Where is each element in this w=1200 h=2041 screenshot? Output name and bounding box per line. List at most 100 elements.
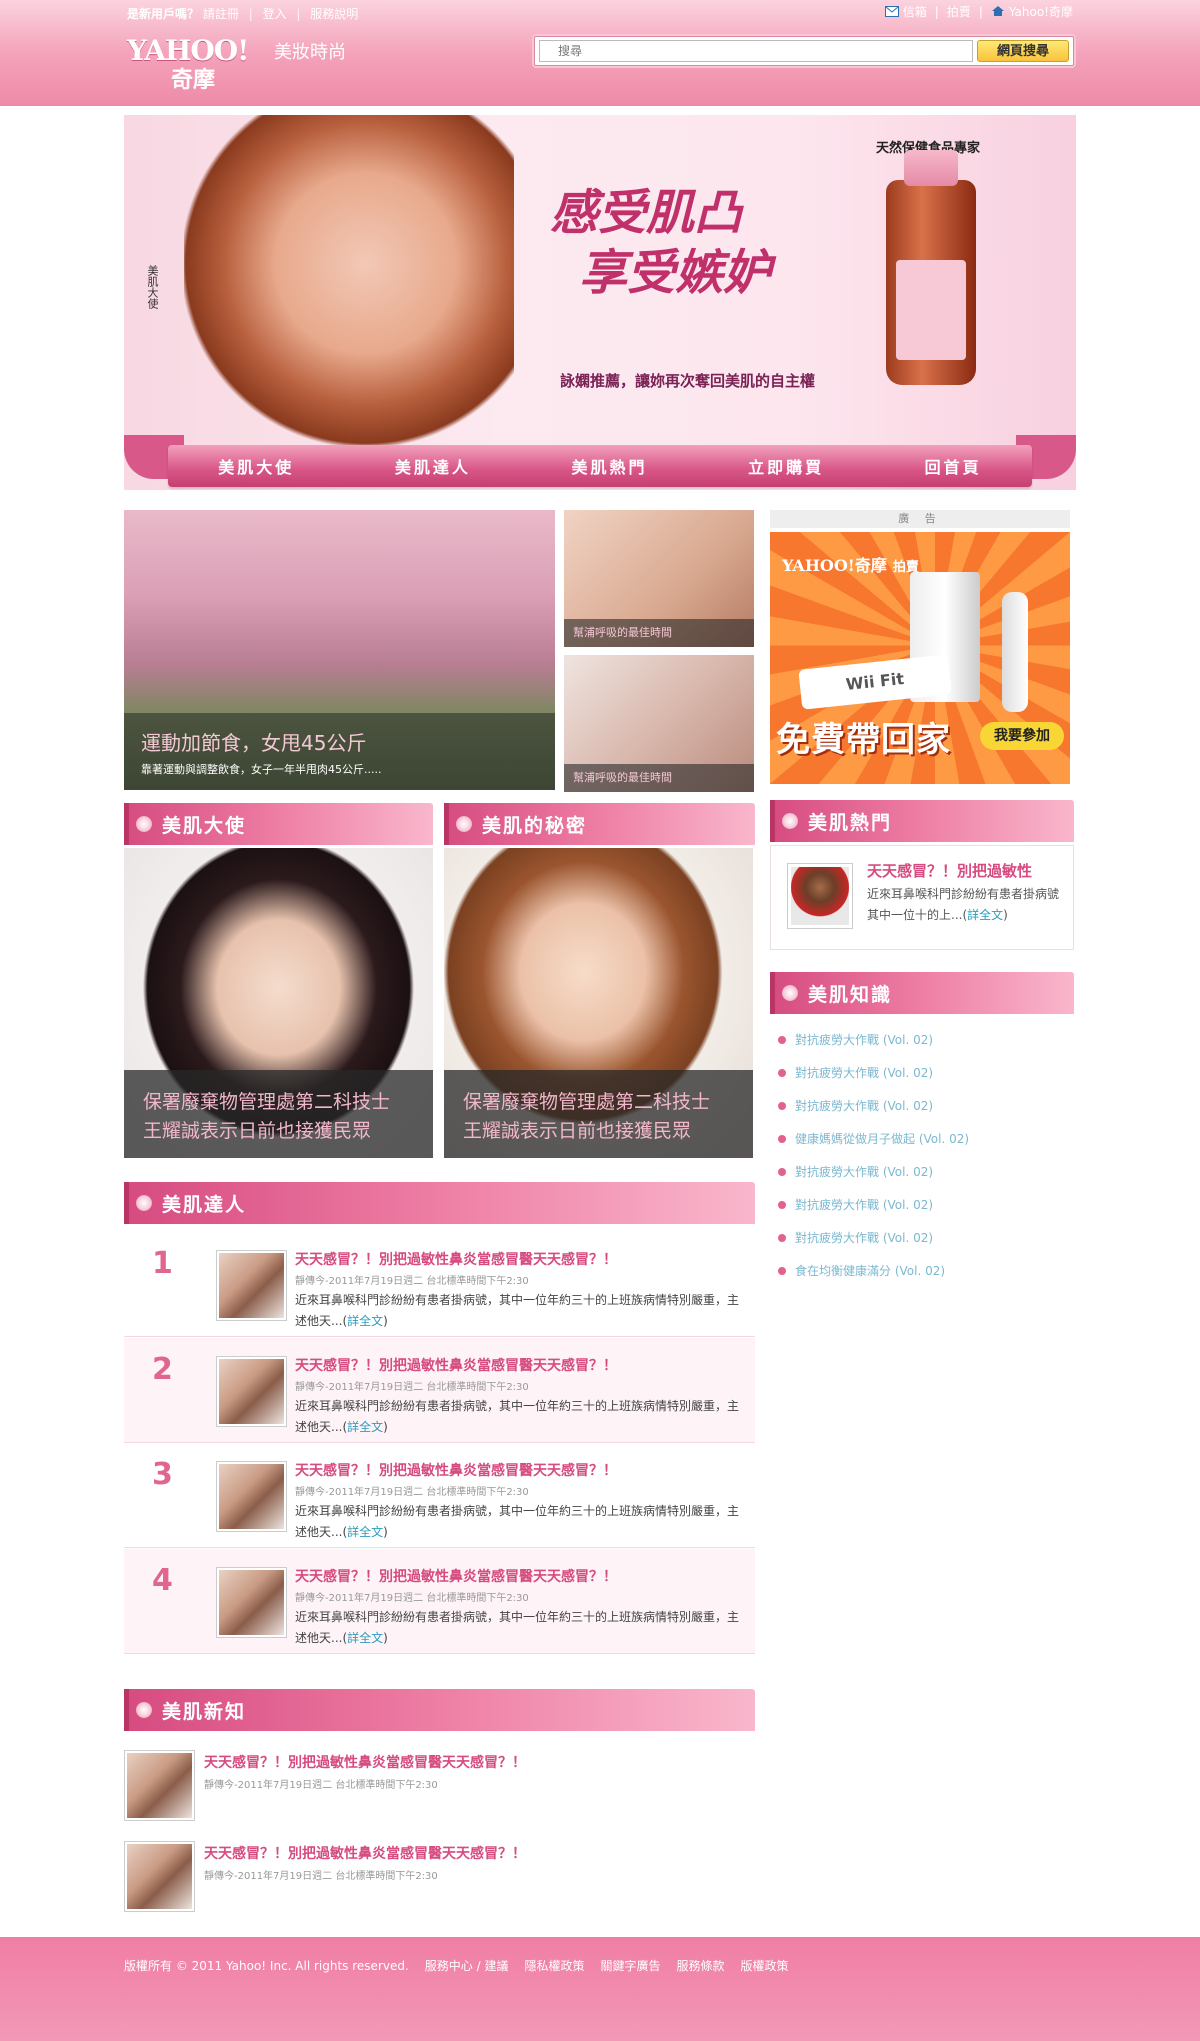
help-link[interactable]: 服務說明 bbox=[310, 7, 358, 21]
footer-links: 版權所有 © 2011 Yahoo! Inc. All rights reser… bbox=[124, 1957, 789, 1974]
ad-logo: YAHOO!奇摩 拍賣 bbox=[782, 556, 919, 575]
read-more-link[interactable]: 詳全文 bbox=[347, 1631, 383, 1645]
rank-meta: 靜傳今-2011年7月19日週二 台北標準時間下午2:30 bbox=[295, 1487, 529, 1498]
news-title[interactable]: 天天感冒？！別把過敏性鼻炎當感冒醫天天感冒？！ bbox=[204, 1843, 526, 1863]
list-item[interactable]: 對抗疲勞大作戰 (Vol. 02) bbox=[775, 1030, 969, 1063]
footer-link-terms[interactable]: 服務條款 bbox=[677, 1957, 725, 1974]
copyright: 版權所有 © 2011 Yahoo! Inc. All rights reser… bbox=[124, 1959, 409, 1973]
search-bar: 網頁搜尋 bbox=[534, 36, 1074, 66]
banner-nav-buy[interactable]: 立即購買 bbox=[748, 454, 824, 478]
new-user-prompt: 是新用戶嗎？ bbox=[127, 7, 200, 21]
banner-subtitle: 詠嫻推薦，讓妳再次奪回美肌的自主權 bbox=[560, 372, 816, 390]
rank-number: 3 bbox=[152, 1457, 173, 1492]
rank-item[interactable]: 3 天天感冒？！別把過敏性鼻炎當感冒醫天天感冒？！ 靜傳今-2011年7月19日… bbox=[124, 1443, 755, 1548]
list-item[interactable]: 對抗疲勞大作戰 (Vol. 02) bbox=[775, 1162, 969, 1195]
list-item[interactable]: 食在均衡健康滿分 (Vol. 02) bbox=[775, 1261, 969, 1294]
auction-link[interactable]: 拍賣 bbox=[947, 3, 971, 20]
bullet-icon bbox=[778, 1168, 786, 1176]
section-header-secret: 美肌的秘密 bbox=[444, 803, 755, 845]
rank-desc: 近來耳鼻喉科門診紛紛有患者掛病號，其中一位年約三十的上班族病情特別嚴重，主述他天… bbox=[295, 1504, 740, 1539]
banner-nav-home[interactable]: 回首頁 bbox=[925, 454, 982, 478]
ad-headline: 免費帶回家 bbox=[776, 720, 951, 760]
flower-icon bbox=[782, 813, 798, 829]
rank-meta: 靜傳今-2011年7月19日週二 台北標準時間下午2:30 bbox=[295, 1276, 529, 1287]
rank-item[interactable]: 4 天天感冒？！別把過敏性鼻炎當感冒醫天天感冒？！ 靜傳今-2011年7月19日… bbox=[124, 1549, 755, 1654]
bullet-icon bbox=[778, 1267, 786, 1275]
rank-thumbnail bbox=[216, 1250, 287, 1321]
rank-thumbnail bbox=[216, 1461, 287, 1532]
banner-nav: 美肌大使 美肌達人 美肌熱門 立即購買 回首頁 bbox=[168, 445, 1032, 487]
list-item[interactable]: 對抗疲勞大作戰 (Vol. 02) bbox=[775, 1096, 969, 1129]
news-meta: 靜傳今-2011年7月19日週二 台北標準時間下午2:30 bbox=[204, 1780, 438, 1791]
banner-nav-ambassador[interactable]: 美肌大使 bbox=[218, 454, 294, 478]
banner-nav-expert[interactable]: 美肌達人 bbox=[395, 454, 471, 478]
rank-thumbnail bbox=[216, 1356, 287, 1427]
utility-links: 信箱 | 拍賣 | Yahoo!奇摩 bbox=[884, 3, 1073, 20]
flower-icon bbox=[136, 1702, 152, 1718]
login-link[interactable]: 登入 bbox=[263, 7, 287, 21]
knowledge-list: 對抗疲勞大作戰 (Vol. 02) 對抗疲勞大作戰 (Vol. 02) 對抗疲勞… bbox=[775, 1030, 969, 1294]
rank-title[interactable]: 天天感冒？！別把過敏性鼻炎當感冒醫天天感冒？！ bbox=[295, 1566, 617, 1586]
avatar bbox=[787, 863, 853, 929]
footer: 版權所有 © 2011 Yahoo! Inc. All rights reser… bbox=[0, 1937, 1200, 2041]
rank-title[interactable]: 天天感冒？！別把過敏性鼻炎當感冒醫天天感冒？！ bbox=[295, 1355, 617, 1375]
bullet-icon bbox=[778, 1036, 786, 1044]
logo-sub: 奇摩 bbox=[171, 68, 216, 93]
portrait-caption: 保署廢棄物管理處第二科技士 王耀誠表示日前也接獲民眾 bbox=[444, 1070, 753, 1158]
news-thumbnail bbox=[124, 1841, 195, 1912]
section-header-ambassador: 美肌大使 bbox=[124, 803, 433, 845]
bullet-icon bbox=[778, 1102, 786, 1110]
read-more-link[interactable]: 詳全文 bbox=[347, 1314, 383, 1328]
rank-number: 1 bbox=[152, 1246, 173, 1281]
ad-join-button[interactable]: 我要參加 bbox=[980, 722, 1064, 750]
section-header-knowledge: 美肌知識 bbox=[770, 972, 1074, 1014]
ambassador-label: 美肌大使 bbox=[146, 265, 159, 309]
bullet-icon bbox=[778, 1234, 786, 1242]
search-input[interactable] bbox=[539, 40, 973, 62]
mail-link[interactable]: 信箱 bbox=[884, 3, 927, 20]
flower-icon bbox=[456, 816, 472, 832]
news-title[interactable]: 天天感冒？！別把過敏性鼻炎當感冒醫天天感冒？！ bbox=[204, 1752, 526, 1772]
read-more-link[interactable]: 詳全文 bbox=[967, 908, 1003, 922]
rank-meta: 靜傳今-2011年7月19日週二 台北標準時間下午2:30 bbox=[295, 1593, 529, 1604]
rank-title[interactable]: 天天感冒？！別把過敏性鼻炎當感冒醫天天感冒？！ bbox=[295, 1460, 617, 1480]
bullet-icon bbox=[778, 1135, 786, 1143]
news-item[interactable]: 天天感冒？！別把過敏性鼻炎當感冒醫天天感冒？！ 靜傳今-2011年7月19日週二… bbox=[124, 1750, 755, 1840]
register-link[interactable]: 請註冊 bbox=[203, 7, 239, 21]
hero-banner[interactable]: 美肌大使 天然保健食品專家 感受肌凸 享受嫉妒 詠嫻推薦，讓妳再次奪回美肌的自主… bbox=[124, 115, 1076, 490]
product-bottle bbox=[886, 150, 976, 385]
yahoo-home-link[interactable]: Yahoo!奇摩 bbox=[991, 3, 1073, 20]
rank-item[interactable]: 1 天天感冒？！別把過敏性鼻炎當感冒醫天天感冒？！ 靜傳今-2011年7月19日… bbox=[124, 1232, 755, 1337]
secret-portrait[interactable]: 保署廢棄物管理處第二科技士 王耀誠表示日前也接獲民眾 bbox=[444, 848, 753, 1158]
list-item[interactable]: 對抗疲勞大作戰 (Vol. 02) bbox=[775, 1063, 969, 1096]
list-item[interactable]: 對抗疲勞大作戰 (Vol. 02) bbox=[775, 1195, 969, 1228]
hot-title[interactable]: 天天感冒？！別把過敏性 bbox=[867, 860, 1032, 881]
list-item[interactable]: 健康媽媽從做月子做起 (Vol. 02) bbox=[775, 1129, 969, 1162]
thumb-story-1[interactable]: 幫浦呼吸的最佳時間 bbox=[564, 510, 754, 647]
footer-link-keyword-ads[interactable]: 關鍵字廣告 bbox=[601, 1957, 661, 1974]
footer-link-copyright[interactable]: 版權政策 bbox=[741, 1957, 789, 1974]
read-more-link[interactable]: 詳全文 bbox=[347, 1525, 383, 1539]
web-search-button[interactable]: 網頁搜尋 bbox=[977, 40, 1069, 62]
yahoo-kimo-logo[interactable]: YAHOO! 奇摩 bbox=[127, 34, 267, 93]
feature-story[interactable]: 運動加節食，女甩45公斤 靠著運動與調整飲食，女子一年半甩肉45公斤..... bbox=[124, 510, 555, 790]
hot-desc: 近來耳鼻喉科門診紛紛有患者掛病號其中一位十的上...(詳全文) bbox=[867, 887, 1060, 922]
hot-article[interactable]: 天天感冒？！別把過敏性 近來耳鼻喉科門診紛紛有患者掛病號其中一位十的上...(詳… bbox=[770, 845, 1074, 950]
list-item[interactable]: 對抗疲勞大作戰 (Vol. 02) bbox=[775, 1228, 969, 1261]
footer-link-service[interactable]: 服務中心 / 建議 bbox=[425, 1957, 509, 1974]
news-thumbnail bbox=[124, 1750, 195, 1821]
rank-title[interactable]: 天天感冒？！別把過敏性鼻炎當感冒醫天天感冒？！ bbox=[295, 1249, 617, 1269]
section-title: 美妝時尚 bbox=[274, 42, 346, 63]
flower-icon bbox=[136, 1195, 152, 1211]
read-more-link[interactable]: 詳全文 bbox=[347, 1420, 383, 1434]
bullet-icon bbox=[778, 1201, 786, 1209]
rank-item[interactable]: 2 天天感冒？！別把過敏性鼻炎當感冒醫天天感冒？！ 靜傳今-2011年7月19日… bbox=[124, 1338, 755, 1443]
mail-icon bbox=[884, 6, 899, 17]
thumb-story-2[interactable]: 幫浦呼吸的最佳時間 bbox=[564, 655, 754, 792]
news-item[interactable]: 天天感冒？！別把過敏性鼻炎當感冒醫天天感冒？！ 靜傳今-2011年7月19日週二… bbox=[124, 1841, 755, 1931]
auction-ad[interactable]: YAHOO!奇摩 拍賣 Wii Fit 免費帶回家 我要參加 bbox=[770, 532, 1070, 784]
banner-nav-hot[interactable]: 美肌熱門 bbox=[571, 454, 647, 478]
footer-link-privacy[interactable]: 隱私權政策 bbox=[524, 1957, 584, 1974]
ambassador-portrait[interactable]: 保署廢棄物管理處第二科技士 王耀誠表示日前也接獲民眾 bbox=[124, 848, 433, 1158]
flower-icon bbox=[136, 816, 152, 832]
